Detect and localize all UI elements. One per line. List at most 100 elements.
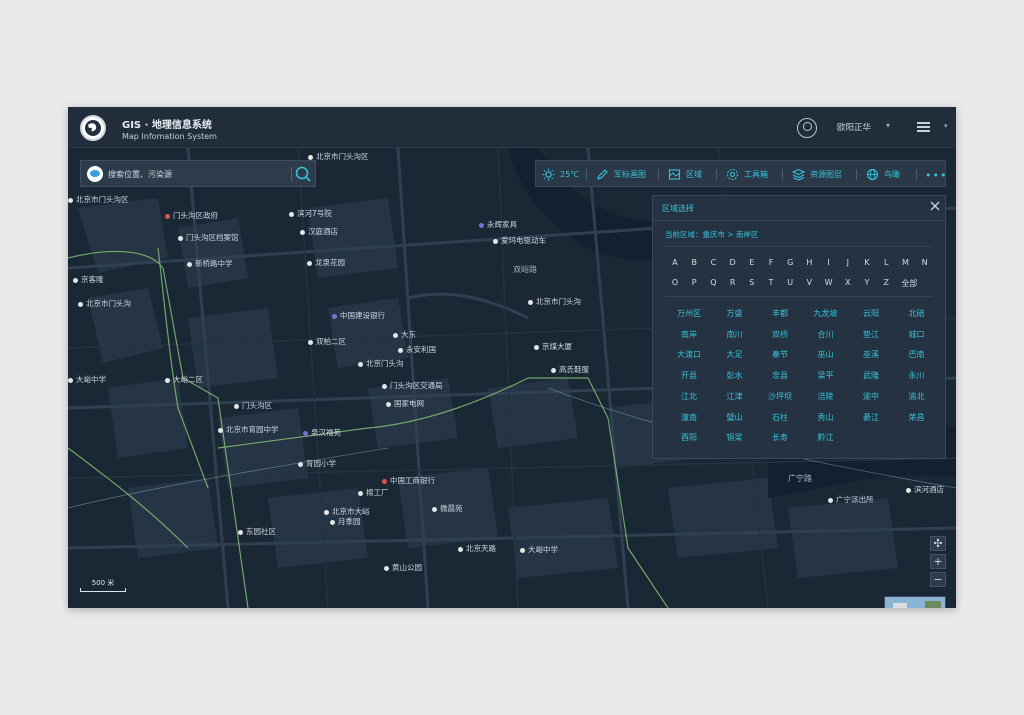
map-poi[interactable]: 双柏二区	[308, 337, 346, 346]
district-option[interactable]: 秦节	[756, 349, 804, 360]
letter-index-item[interactable]: 全部	[897, 278, 921, 289]
map-poi[interactable]: 大峪中学	[68, 375, 106, 384]
district-option[interactable]: 大渡口	[665, 349, 713, 360]
map-poi[interactable]: 门头沟区交通局	[382, 381, 443, 390]
letter-index-item[interactable]: J	[840, 258, 856, 267]
district-option[interactable]: 渝中	[847, 391, 895, 402]
letter-index-item[interactable]: W	[821, 278, 837, 287]
close-icon[interactable]	[929, 200, 941, 212]
panorama-thumbnail[interactable]: 全景	[884, 596, 946, 608]
district-option[interactable]: 江津	[711, 391, 759, 402]
map-poi[interactable]: 微晨苑	[432, 504, 463, 513]
map-poi[interactable]: 北京市大峪	[324, 507, 370, 516]
letter-index-item[interactable]: S	[744, 278, 760, 287]
map-poi[interactable]: 大峪二区	[165, 375, 203, 384]
menu-icon[interactable]	[917, 122, 930, 133]
letter-index-item[interactable]: E	[744, 258, 760, 267]
letter-index-item[interactable]: G	[782, 258, 798, 267]
district-option[interactable]: 合川	[802, 329, 850, 340]
zoom-in-button[interactable]: +	[930, 554, 946, 569]
letter-index-item[interactable]: I	[821, 258, 837, 267]
district-option[interactable]: 南川	[711, 329, 759, 340]
district-option[interactable]: 酉阳	[665, 432, 713, 443]
map-poi[interactable]: 广宁派出所	[828, 495, 874, 504]
map-poi[interactable]: 中国工商银行	[382, 476, 435, 485]
map-poi[interactable]: 育园小学	[298, 459, 336, 468]
toolbar-resource-layer[interactable]: 资源图层	[792, 167, 842, 182]
map-poi[interactable]: 新桥路中学	[187, 259, 233, 268]
district-option[interactable]: 丰都	[756, 308, 804, 319]
map-poi[interactable]: 京煤大厦	[534, 342, 572, 351]
district-option[interactable]: 云阳	[847, 308, 895, 319]
toolbar-toolbox[interactable]: 工具箱	[726, 167, 768, 182]
district-option[interactable]: 万州区	[665, 308, 713, 319]
district-option[interactable]: 九龙坡	[802, 308, 850, 319]
map-poi[interactable]: 永辉家具	[479, 220, 517, 229]
letter-index-item[interactable]: Y	[859, 278, 875, 287]
district-option[interactable]: 开县	[665, 370, 713, 381]
letter-index-item[interactable]: V	[801, 278, 817, 287]
search-icon[interactable]	[294, 165, 313, 184]
district-option[interactable]: 彭水	[711, 370, 759, 381]
map-poi[interactable]: 黄山公园	[384, 563, 422, 572]
map-poi[interactable]: 滨河酒店	[906, 485, 944, 494]
map-poi[interactable]: 门头沟区政府	[165, 211, 218, 220]
district-option[interactable]: 渝北	[893, 391, 941, 402]
letter-index-item[interactable]: A	[667, 258, 683, 267]
map-poi[interactable]: 门头沟区档案馆	[178, 233, 239, 242]
map-poi[interactable]: 东园社区	[238, 527, 276, 536]
district-option[interactable]: 璧山	[711, 412, 759, 423]
district-option[interactable]: 南岸	[665, 329, 713, 340]
district-option[interactable]: 荣昌	[893, 412, 941, 423]
letter-index-item[interactable]: B	[686, 258, 702, 267]
chevron-down-icon[interactable]: ▾	[944, 122, 948, 130]
letter-index-item[interactable]: Q	[705, 278, 721, 287]
user-avatar-icon[interactable]	[797, 118, 817, 138]
district-option[interactable]: 垫江	[847, 329, 895, 340]
letter-index-item[interactable]: L	[878, 258, 894, 267]
district-option[interactable]: 巴南	[893, 349, 941, 360]
map-poi[interactable]: 大峪中学	[520, 545, 558, 554]
map-poi[interactable]: 月季园	[330, 517, 361, 526]
district-option[interactable]: 江北	[665, 391, 713, 402]
map-poi[interactable]: 北京市门头沟区	[68, 195, 129, 204]
chevron-down-icon[interactable]: ▾	[886, 121, 890, 130]
district-option[interactable]: 忠县	[756, 370, 804, 381]
map-poi[interactable]: 棉工厂	[358, 488, 389, 497]
district-option[interactable]: 沙坪坝	[756, 391, 804, 402]
district-option[interactable]: 秀山	[802, 412, 850, 423]
letter-index-item[interactable]: R	[725, 278, 741, 287]
district-option[interactable]: 铜梁	[711, 432, 759, 443]
map-poi[interactable]: 北京天路	[458, 544, 496, 553]
district-option[interactable]: 武隆	[847, 370, 895, 381]
user-name[interactable]: 欧阳正华	[837, 121, 871, 133]
letter-index-item[interactable]: U	[782, 278, 798, 287]
district-option[interactable]: 长寿	[756, 432, 804, 443]
district-option[interactable]: 石柱	[756, 412, 804, 423]
search-input[interactable]	[108, 166, 276, 182]
letter-index-item[interactable]: P	[686, 278, 702, 287]
letter-index-item[interactable]: C	[705, 258, 721, 267]
district-option[interactable]: 永川	[893, 370, 941, 381]
letter-index-item[interactable]: K	[859, 258, 875, 267]
letter-index-item[interactable]: H	[801, 258, 817, 267]
letter-index-item[interactable]: Z	[878, 278, 894, 287]
district-option[interactable]: 潼南	[665, 412, 713, 423]
district-option[interactable]: 双桥	[756, 329, 804, 340]
map-poi[interactable]: 国家电网	[386, 399, 424, 408]
map-poi[interactable]: 汉庭酒店	[300, 227, 338, 236]
map-poi[interactable]: 北京市门头沟	[528, 297, 581, 306]
letter-index-item[interactable]: T	[763, 278, 779, 287]
letter-index-item[interactable]: N	[917, 258, 933, 267]
district-option[interactable]: 大足	[711, 349, 759, 360]
district-option[interactable]: 黔江	[802, 432, 850, 443]
district-option[interactable]: 城口	[893, 329, 941, 340]
letter-index-item[interactable]: F	[763, 258, 779, 267]
letter-index-item[interactable]: M	[897, 258, 913, 267]
map-poi[interactable]: 北京市育园中学	[218, 425, 279, 434]
more-icon[interactable]: •••	[925, 169, 947, 182]
district-option[interactable]: 万盛	[711, 308, 759, 319]
map-poi[interactable]: 门头沟区	[234, 401, 272, 410]
map-poi[interactable]: 滨河7号院	[289, 209, 332, 218]
district-option[interactable]: 梁平	[802, 370, 850, 381]
